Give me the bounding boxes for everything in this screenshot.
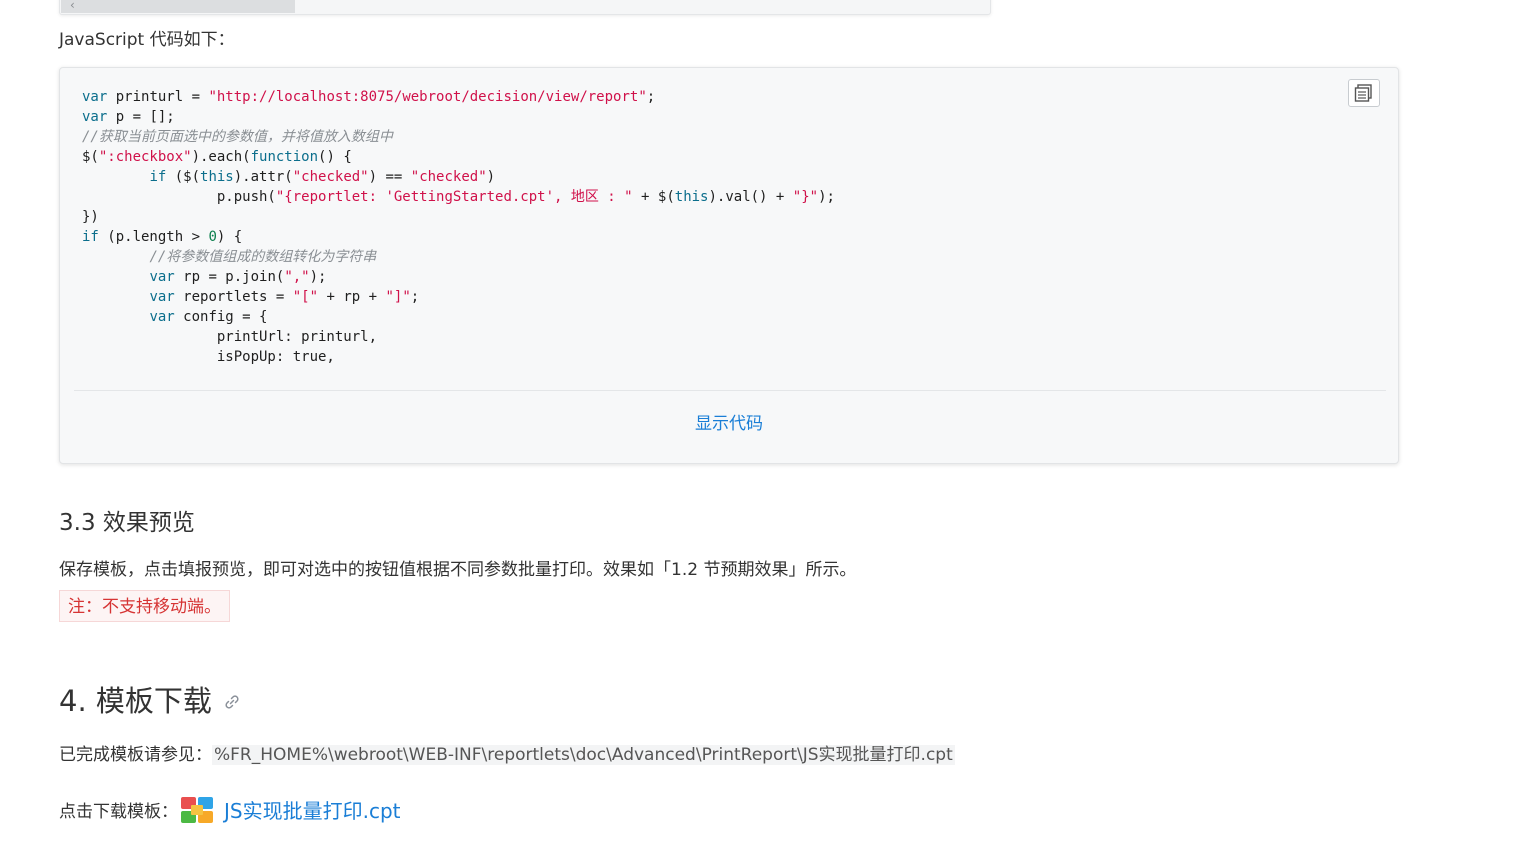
code-token: + $( [632, 189, 675, 205]
code-line: if (p.length > 0) { [82, 227, 1372, 247]
code-token: + rp + [318, 289, 386, 305]
download-row: 点击下载模板： JS实现批量打印.cpt [59, 795, 400, 824]
code-token: //将参数值组成的数组转化为字符串 [149, 249, 377, 265]
code-line: p.push("{reportlet: 'GettingStarted.cpt'… [82, 187, 1372, 207]
code-line: var config = { [82, 307, 1372, 327]
code-token: ).val() + [708, 189, 793, 205]
code-token: reportlets = [174, 289, 293, 305]
code-token: ; [410, 289, 420, 305]
section-4-heading: 4. 模板下载 [59, 678, 240, 720]
horizontal-scrollbar-thumb[interactable]: ‹ [61, 0, 295, 13]
code-token: var [149, 269, 175, 285]
code-line: printUrl: printurl, [82, 327, 1372, 347]
code-line: $(":checkbox").each(function() { [82, 147, 1372, 167]
code-token: "checked" [292, 169, 369, 185]
code-token: p.push( [82, 189, 276, 205]
template-path: %FR_HOME%\webroot\WEB-INF\reportlets\doc… [212, 745, 955, 765]
link-icon[interactable] [224, 694, 240, 710]
code-token: "}" [792, 189, 819, 205]
code-line: //将参数值组成的数组转化为字符串 [82, 247, 1372, 267]
code-line: var p = []; [82, 107, 1372, 127]
code-token: var [149, 289, 175, 305]
code-block: var printurl = "http://localhost:8075/we… [59, 67, 1399, 464]
template-path-paragraph: 已完成模板请参见： %FR_HOME%\webroot\WEB-INF\repor… [59, 740, 955, 765]
code-token: if [82, 229, 99, 245]
code-token: printurl = [107, 89, 209, 105]
code-token: p = []; [107, 109, 175, 125]
code-token: ; [646, 89, 656, 105]
code-token: ) == [368, 169, 411, 185]
code-token: "checked" [410, 169, 487, 185]
code-token: var [82, 89, 108, 105]
code-line: var rp = p.join(","); [82, 267, 1372, 287]
code-intro-text: JavaScript 代码如下： [59, 30, 235, 50]
code-token: "http://localhost:8075/webroot/decision/… [208, 89, 647, 105]
code-token: "[" [292, 289, 319, 305]
code-token: function [250, 149, 319, 165]
template-path-label: 已完成模板请参见： [59, 745, 212, 765]
code-token: "{reportlet: 'GettingStarted.cpt', 地区 : … [275, 189, 633, 205]
code-token: rp = p.join( [174, 269, 285, 285]
code-content: var printurl = "http://localhost:8075/we… [82, 87, 1372, 365]
code-token: "," [284, 269, 310, 285]
code-token: ($( [166, 169, 201, 185]
show-code-button[interactable]: 显示代码 [60, 409, 1398, 434]
code-token: (p.length > [98, 229, 209, 245]
scroll-left-icon[interactable]: ‹ [70, 0, 75, 12]
code-line: var reportlets = "[" + rp + "]"; [82, 287, 1372, 307]
code-token: $( [82, 149, 99, 165]
code-token: }) [82, 209, 99, 225]
download-label: 点击下载模板： [59, 802, 178, 822]
code-token: //获取当前页面选中的参数值，并将值放入数组中 [82, 129, 393, 145]
code-line: if ($(this).attr("checked") == "checked"… [82, 167, 1372, 187]
code-line: }) [82, 207, 1372, 227]
code-token: if [149, 169, 167, 185]
code-line: isPopUp: true, [82, 347, 1372, 365]
mobile-unsupported-note: 注：不支持移动端。 [59, 590, 230, 622]
code-line: //获取当前页面选中的参数值，并将值放入数组中 [82, 127, 1372, 147]
embedded-frame-bottom: ‹ [59, 0, 991, 15]
code-token: ":checkbox" [98, 149, 192, 165]
code-token: this [674, 189, 709, 205]
code-token: ) [486, 169, 496, 185]
file-icon [181, 796, 213, 823]
code-token: ).each( [191, 149, 251, 165]
section-4-title: 4. 模板下载 [59, 684, 212, 718]
code-token: this [200, 169, 234, 185]
code-token: 0 [208, 229, 217, 245]
code-token: "]" [385, 289, 411, 305]
code-token: ); [818, 189, 835, 205]
code-token: config = { [174, 309, 268, 325]
code-token: var [82, 109, 108, 125]
code-token: var [149, 309, 175, 325]
code-token: ); [309, 269, 327, 285]
section-3-3-heading: 3.3 效果预览 [59, 510, 195, 536]
code-line: var printurl = "http://localhost:8075/we… [82, 87, 1372, 107]
download-template-link[interactable]: JS实现批量打印.cpt [224, 795, 400, 824]
code-token: ).attr( [233, 169, 293, 185]
code-token: printUrl: printurl, [82, 329, 378, 345]
code-token: ) { [216, 229, 243, 245]
code-token: isPopUp: true, [82, 349, 335, 365]
code-divider [74, 390, 1386, 391]
section-3-3-body: 保存模板，点击填报预览，即可对选中的按钮值根据不同参数批量打印。效果如「1.2 … [59, 560, 857, 580]
code-token: () { [318, 149, 352, 165]
